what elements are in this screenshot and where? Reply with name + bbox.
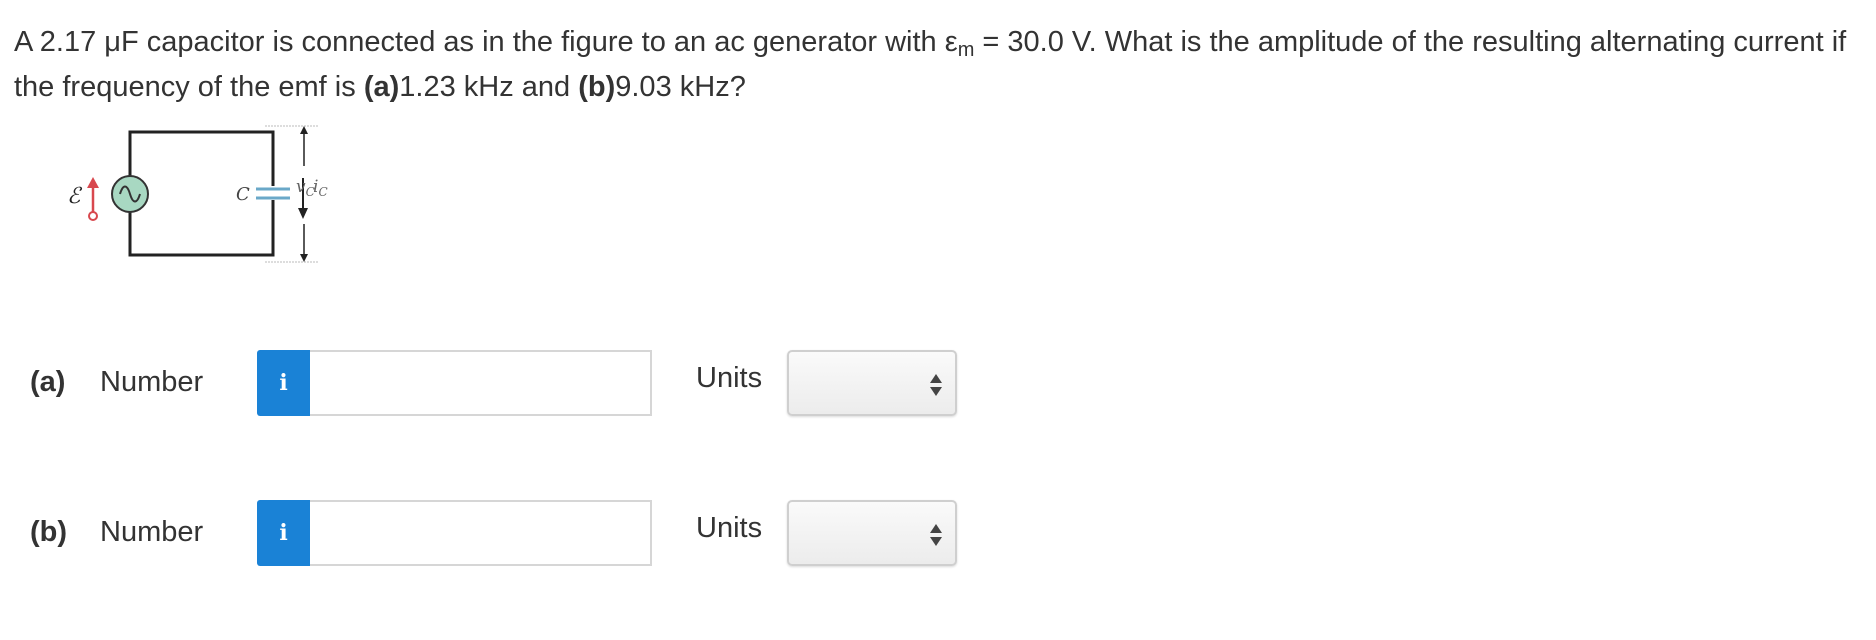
select-arrows-icon [930,524,942,546]
units-select-b[interactable] [787,500,957,566]
emf-symbol: ℰ [67,184,83,209]
number-label-b: Number [100,516,204,548]
current-label: iC [313,177,328,199]
info-button-a[interactable]: i [257,350,310,416]
circuit-wire [128,130,275,257]
freq-a: 1.23 kHz and [399,71,579,103]
answer-row-b: (b) Number i Units [0,500,1000,566]
question-text: A 2.17 μF capacitor is connected as in t… [14,20,1864,110]
question-text-part1: A 2.17 μF capacitor is connected as in t… [14,26,958,58]
number-label-a: Number [100,366,204,398]
units-label-a: Units [696,362,763,394]
circuit-figure: ℰ C iC vC [67,125,328,263]
part-a-label: (a) [30,366,66,398]
units-label-b: Units [696,512,763,544]
current-subscript: C [318,185,327,199]
answer-row-a: (a) Number i Units [0,350,1000,416]
voltage-arrow-up-head [300,126,308,134]
freq-b: 9.03 kHz? [615,71,746,103]
voltage-arrow-down-head [300,254,308,262]
current-arrow-head [298,208,308,219]
info-icon: i [279,370,288,396]
info-icon: i [279,520,288,546]
part-b-label: (b) [30,516,68,548]
emf-subscript: m [957,39,975,61]
part-a-ref: (a) [363,71,400,103]
voltage-symbol: v [296,177,306,197]
number-input-a[interactable] [310,350,652,416]
voltage-subscript: C [306,185,315,199]
part-b-ref: (b) [578,71,616,103]
number-input-b[interactable] [310,500,652,566]
units-select-a[interactable] [787,350,957,416]
select-arrows-icon [930,374,942,396]
info-button-b[interactable]: i [257,500,310,566]
capacitor-label: C [236,184,250,205]
emf-arrow-head [87,177,99,188]
voltage-label: vC [296,177,315,199]
emf-arrow-tail [88,211,98,221]
